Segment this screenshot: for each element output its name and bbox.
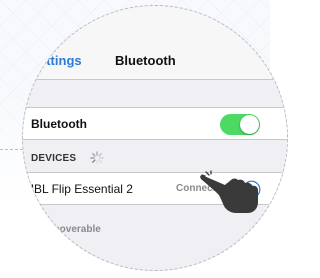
bluetooth-row-label: Bluetooth: [31, 117, 87, 131]
navigation-bar: ettings Bluetooth: [23, 6, 287, 80]
bluetooth-row: Bluetooth: [23, 107, 287, 140]
bluetooth-toggle[interactable]: [220, 114, 260, 135]
section-spacer: [23, 81, 287, 107]
settings-screen: ettings Bluetooth Bluetooth DEVICES JBL …: [23, 6, 287, 270]
tapping-hand-icon: [200, 170, 258, 213]
discoverable-note: w Discoverable: [28, 224, 101, 235]
activity-spinner-icon: [90, 151, 104, 165]
magnifier-lens: ettings Bluetooth Bluetooth DEVICES JBL …: [22, 5, 288, 271]
devices-section-header: DEVICES: [23, 144, 287, 172]
toggle-knob: [240, 115, 259, 134]
device-name: JBL Flip Essential 2: [28, 182, 133, 196]
devices-header-label: DEVICES: [31, 153, 77, 164]
back-button[interactable]: ettings: [39, 53, 82, 68]
page-title: Bluetooth: [115, 53, 176, 68]
